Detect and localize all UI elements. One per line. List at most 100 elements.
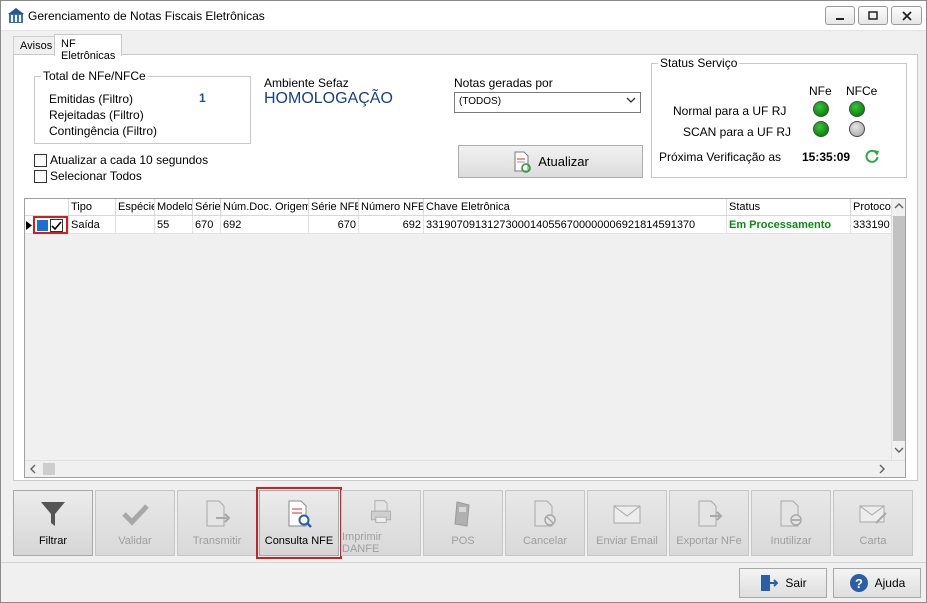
- carta-label: Carta: [859, 535, 887, 547]
- grid-header-especie[interactable]: Espécie: [116, 199, 155, 216]
- maximize-icon: [868, 10, 878, 20]
- atualizar-label: Atualizar: [538, 154, 589, 169]
- scroll-right-icon[interactable]: [877, 464, 887, 477]
- validar-button[interactable]: Validar: [95, 490, 175, 556]
- grid-header-modelo[interactable]: Modelo: [155, 199, 193, 216]
- cancelar-button[interactable]: Cancelar: [505, 490, 585, 556]
- auto-refresh-label: Atualizar a cada 10 segundos: [50, 153, 209, 167]
- row-checkbox[interactable]: [50, 219, 63, 232]
- grid-header-tipo[interactable]: Tipo: [69, 199, 116, 216]
- grid-header-protocolo[interactable]: Protoco: [851, 199, 893, 216]
- footer-bar: Sair ? Ajuda: [1, 562, 926, 602]
- notas-geradas-select[interactable]: (TODOS): [454, 92, 641, 113]
- totals-group: Total de NFe/NFCe Emitidas (Filtro) 1 Re…: [34, 69, 251, 144]
- ajuda-label: Ajuda: [874, 576, 906, 590]
- maximize-button[interactable]: [858, 6, 888, 25]
- grid-header-serie[interactable]: Série: [193, 199, 221, 216]
- window-controls: [825, 6, 922, 25]
- ajuda-button[interactable]: ? Ajuda: [833, 568, 921, 598]
- cell-especie: [116, 216, 155, 234]
- select-all-checkbox[interactable]: [34, 169, 47, 183]
- scan-nfce-status-led: [849, 121, 865, 137]
- refresh-document-icon: [514, 151, 532, 173]
- tab-panel-nf-eletronicas: Total de NFe/NFCe Emitidas (Filtro) 1 Re…: [13, 54, 918, 481]
- exportar-nfe-button[interactable]: Exportar NFe: [669, 490, 749, 556]
- row-select-cell[interactable]: [25, 216, 69, 234]
- svg-text:?: ?: [855, 576, 863, 591]
- consulta-nfe-button[interactable]: Consulta NFE: [256, 487, 342, 559]
- normal-uf-label: Normal para a UF RJ: [673, 104, 787, 118]
- col-nfce-label: NFCe: [846, 84, 878, 98]
- grid-header-serie-nfe[interactable]: Série NFE: [309, 199, 359, 216]
- checkmark-icon: [51, 221, 62, 231]
- cancel-document-icon: [534, 500, 556, 527]
- vertical-scroll-thumb[interactable]: [893, 216, 905, 441]
- notas-geradas-label: Notas geradas por: [454, 76, 553, 90]
- export-icon: [698, 500, 723, 527]
- sair-button[interactable]: Sair: [739, 568, 827, 598]
- pos-terminal-icon: [454, 501, 470, 527]
- grid-header-numero-nfe[interactable]: Número NFE: [359, 199, 424, 216]
- emitidas-value: 1: [199, 91, 206, 105]
- notas-geradas-selected: (TODOS): [459, 96, 502, 107]
- nfe-grid: Tipo Espécie Modelo Série Núm.Doc. Orige…: [24, 198, 906, 478]
- app-logo-icon: [8, 8, 24, 23]
- select-all-label: Selecionar Todos: [50, 169, 142, 183]
- transmitir-label: Transmitir: [192, 535, 242, 547]
- normal-nfe-status-led: [813, 101, 829, 117]
- refresh-icon[interactable]: [864, 148, 880, 164]
- cell-protocolo: 333190: [853, 219, 890, 231]
- filtrar-button[interactable]: Filtrar: [13, 490, 93, 556]
- grid-header-status[interactable]: Status: [727, 199, 851, 216]
- minimize-button[interactable]: [825, 6, 855, 25]
- minimize-icon: [836, 17, 844, 20]
- carta-button[interactable]: Carta: [833, 490, 913, 556]
- contingencia-label: Contingência (Filtro): [49, 124, 158, 138]
- filtrar-label: Filtrar: [38, 535, 68, 547]
- scroll-left-icon[interactable]: [28, 464, 38, 477]
- scroll-up-icon[interactable]: [894, 201, 904, 214]
- void-document-icon: [780, 500, 802, 527]
- ambiente-label: Ambiente Sefaz: [264, 76, 349, 90]
- help-icon: ?: [849, 574, 868, 592]
- imprimir-danfe-button[interactable]: Imprimir DANFE: [341, 490, 421, 556]
- transmitir-button[interactable]: Transmitir: [177, 490, 257, 556]
- sair-label: Sair: [785, 576, 807, 590]
- tab-avisos[interactable]: Avisos: [13, 36, 60, 55]
- vertical-scrollbar[interactable]: [891, 199, 905, 461]
- transmit-icon: [206, 500, 231, 527]
- pos-button[interactable]: POS: [423, 490, 503, 556]
- auto-refresh-option[interactable]: Atualizar a cada 10 segundos: [34, 153, 208, 167]
- emitidas-label: Emitidas (Filtro): [49, 92, 134, 106]
- tab-nf-eletronicas[interactable]: NF Eletrônicas: [54, 34, 123, 62]
- check-icon: [122, 504, 149, 526]
- grid-header-num-doc-origem[interactable]: Núm.Doc. Origem: [221, 199, 309, 216]
- selected-row-highlight: [33, 216, 68, 234]
- main-window: Gerenciamento de Notas Fiscais Eletrônic…: [0, 0, 927, 603]
- totals-group-title: Total de NFe/NFCe: [41, 69, 148, 83]
- atualizar-button[interactable]: Atualizar: [458, 145, 643, 178]
- enviar-email-label: Enviar Email: [596, 535, 658, 547]
- proxima-verificacao-time: 15:35:09: [802, 150, 851, 164]
- enviar-email-button[interactable]: Enviar Email: [587, 490, 667, 556]
- grid-header-chave[interactable]: Chave Eletrônica: [424, 199, 727, 216]
- table-row[interactable]: Saída 55 670 692 670 692 331907091312730…: [25, 216, 893, 234]
- row-pointer-icon: [26, 221, 32, 230]
- select-all-option[interactable]: Selecionar Todos: [34, 169, 142, 183]
- auto-refresh-checkbox[interactable]: [34, 153, 47, 167]
- cell-serie: 670: [193, 216, 221, 234]
- inutilizar-button[interactable]: Inutilizar: [751, 490, 831, 556]
- grid-header-select: [25, 199, 69, 216]
- col-nfe-label: NFe: [809, 84, 832, 98]
- chevron-down-icon: [626, 95, 636, 108]
- imprimir-danfe-label: Imprimir DANFE: [342, 531, 382, 555]
- horizontal-scroll-thumb[interactable]: [43, 463, 55, 475]
- horizontal-scrollbar[interactable]: [25, 460, 905, 477]
- status-servico-group: Status Serviço NFe NFCe Normal para a UF…: [651, 56, 907, 178]
- close-button[interactable]: [891, 6, 922, 25]
- status-servico-title: Status Serviço: [658, 56, 740, 70]
- inutilizar-label: Inutilizar: [770, 535, 812, 547]
- scroll-down-icon[interactable]: [894, 445, 904, 458]
- filter-icon: [41, 502, 65, 526]
- cell-numero-nfe: 692: [359, 216, 424, 234]
